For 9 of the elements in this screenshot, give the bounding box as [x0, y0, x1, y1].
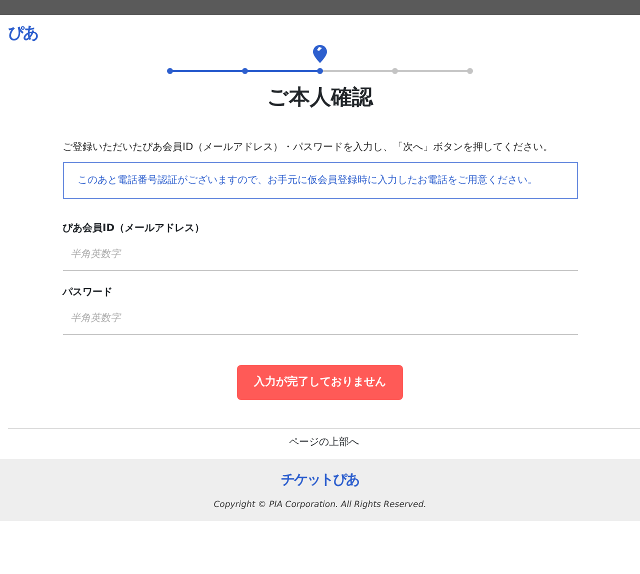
pia-logo[interactable]: ぴあ [8, 25, 38, 41]
instruction-text: ご登録いただいたぴあ会員ID（メールアドレス）・パスワードを入力し、「次へ」ボタンを押してください。 [62, 140, 554, 156]
ticket-pia-logo[interactable]: チケットぴあ [281, 472, 359, 488]
back-to-top-link[interactable]: ページの上部へ [289, 436, 359, 448]
notice-box: このあと電話番号認証がございますので、お手元に仮会員登録時に入力したお電話をご用意ください。 [62, 162, 578, 200]
field-label: ぴあ会員ID（メールアドレス） [62, 222, 206, 236]
field-label: パスワード [62, 286, 114, 300]
page-title: ご本人確認 [266, 85, 374, 110]
copyright-text: Copyright © PIA Corporation. All Rights Reserved. [214, 500, 426, 510]
